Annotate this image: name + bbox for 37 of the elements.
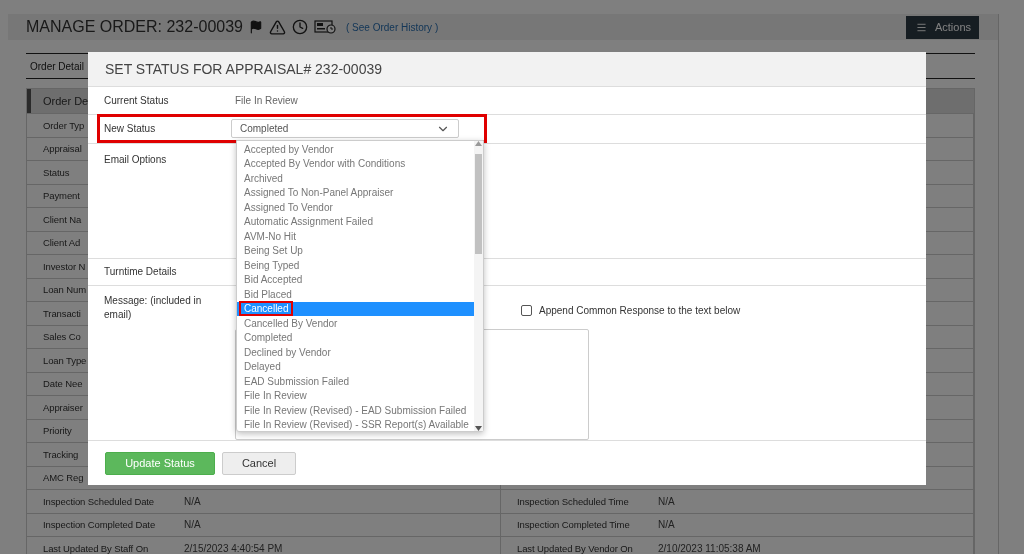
field-label: Inspection Completed Time — [517, 519, 630, 531]
field-label: Appraiser — [43, 401, 83, 413]
field-label: Loan Num — [43, 284, 87, 296]
field-label: Transacti — [43, 307, 81, 319]
field-value: N/A — [184, 495, 202, 507]
field-value: N/A — [184, 519, 202, 531]
page-title: MANAGE ORDER: 232-00039 — [26, 18, 243, 36]
field-value: 2/15/2023 4:40:54 PM — [184, 542, 284, 554]
field-label: Investor N — [43, 260, 86, 272]
field-label: Status — [43, 166, 70, 178]
field-label: Loan Type — [43, 354, 87, 366]
field-label: New Status — [103, 121, 157, 136]
field-value: File In Review — [235, 95, 298, 106]
field-label: Priority — [43, 425, 72, 437]
field-label: Payment — [43, 190, 80, 202]
field-label: Sales Co — [43, 331, 81, 343]
field-label: Inspection Scheduled Date — [43, 495, 155, 507]
field-label: Last Updated By Vendor On — [517, 542, 633, 554]
field-label: Current Status — [103, 93, 170, 108]
field-label: Order Typ — [43, 119, 85, 131]
field-label: Client Ad — [43, 237, 81, 249]
field-value: N/A — [658, 519, 676, 531]
field-label: Tracking — [43, 448, 79, 460]
dialog-title: SET STATUS FOR APPRAISAL# 232-00039 — [105, 61, 382, 77]
field-label: Date Nee — [43, 378, 83, 390]
field-label: Appraisal — [43, 143, 82, 155]
section-heading: Order De — [43, 95, 89, 107]
field-label: Inspection Scheduled Time — [517, 495, 629, 507]
field-label: Turntime Details — [103, 265, 178, 279]
field-value: 2/10/2023 11:05:38 AM — [658, 542, 762, 554]
field-label: Last Updated By Staff On — [43, 542, 149, 554]
field-label: AMC Reg — [43, 472, 84, 484]
field-value: N/A — [658, 495, 676, 507]
field-label: Email Options — [103, 153, 168, 167]
field-label: Inspection Completed Date — [43, 519, 156, 531]
field-label: Message: (included in email) — [103, 294, 203, 322]
field-label: Client Na — [43, 213, 82, 225]
